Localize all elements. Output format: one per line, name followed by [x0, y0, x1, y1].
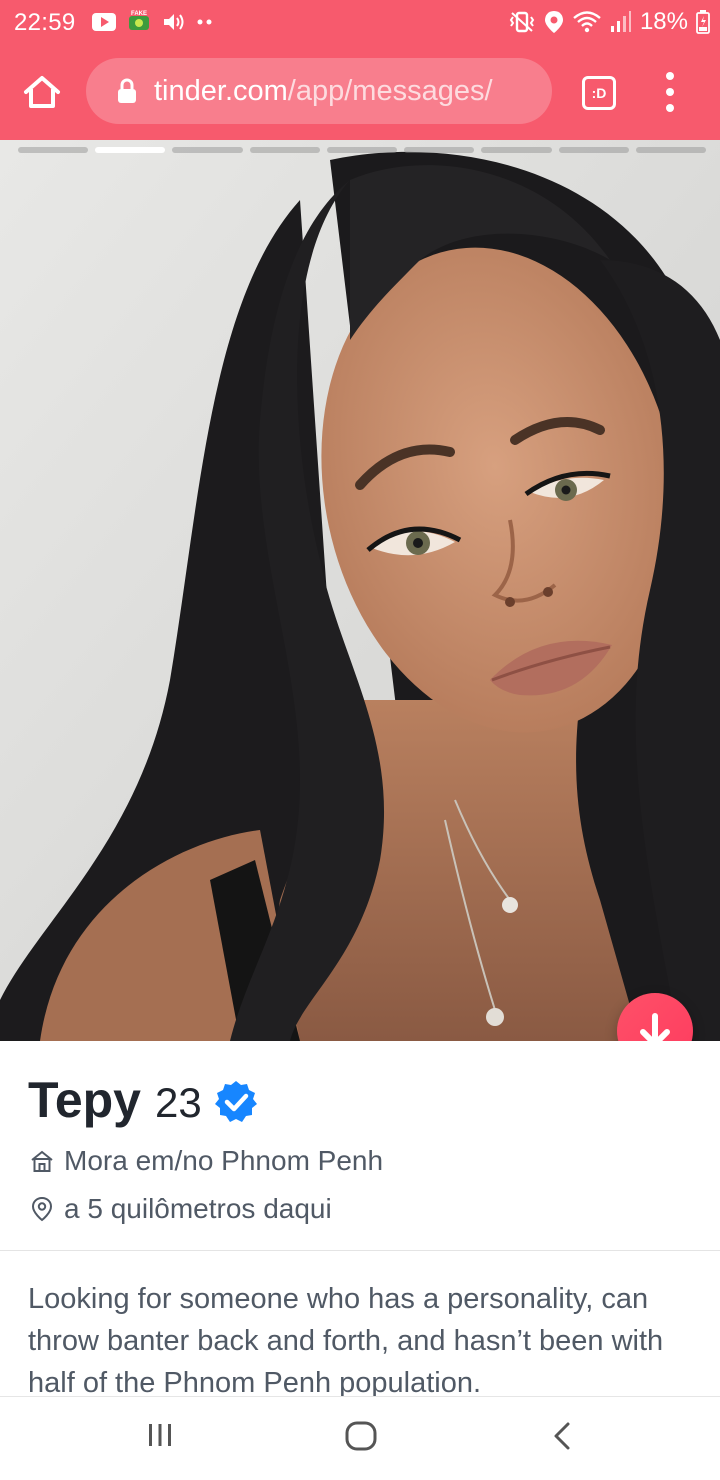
- menu-dot: [666, 72, 674, 80]
- signal-icon: [610, 11, 631, 32]
- url-path: /app/messages/: [287, 74, 493, 107]
- vibrate-icon: [509, 11, 535, 33]
- location-pin-icon: [31, 1196, 53, 1222]
- photo-progress: [18, 147, 706, 153]
- photo-progress-segment: [558, 147, 629, 153]
- recent-apps-icon: [149, 1424, 171, 1446]
- url-text: tinder.com/app/messages/: [154, 75, 493, 108]
- system-back-button[interactable]: [550, 1421, 574, 1451]
- url-host: tinder.com: [154, 74, 288, 107]
- screen: 22:59 FAKE 18% tinder.com/app/messages/ …: [0, 0, 720, 1480]
- lives-in-text: Mora em/no Phnom Penh: [64, 1145, 384, 1176]
- status-icons-left: FAKE: [92, 10, 214, 34]
- address-bar[interactable]: tinder.com/app/messages/: [86, 58, 552, 124]
- system-navbar: [0, 1396, 720, 1480]
- verified-badge-icon: [214, 1081, 257, 1122]
- youtube-icon: [92, 13, 116, 31]
- status-time: 22:59: [14, 9, 76, 36]
- home-icon: [24, 76, 60, 108]
- menu-dot: [666, 88, 674, 96]
- photo-progress-segment-active: [95, 147, 166, 153]
- status-icons-right: 18%: [508, 8, 710, 36]
- system-home-button[interactable]: [345, 1421, 377, 1451]
- lock-icon: [118, 78, 136, 103]
- profile-age: 23: [155, 1079, 202, 1126]
- back-icon: [554, 1422, 570, 1450]
- browser-toolbar: tinder.com/app/messages/ :D: [0, 56, 720, 126]
- photo-progress-segment: [326, 147, 398, 153]
- browser-home-button[interactable]: [22, 74, 62, 110]
- photo-progress-segment: [172, 147, 243, 153]
- profile-photo-image: [0, 140, 720, 1041]
- browser-chrome: 22:59 FAKE 18% tinder.com/app/messages/ …: [0, 0, 720, 140]
- distance-row: a 5 quilômetros daqui: [30, 1193, 332, 1225]
- profile-info: Tepy 23 Mora em/no Phnom Penh a 5 quilôm…: [0, 1041, 720, 1251]
- wifi-icon: [573, 11, 601, 33]
- photo-progress-segment: [18, 147, 89, 153]
- photo-progress-segment: [249, 147, 320, 153]
- distance-text: a 5 quilômetros daqui: [64, 1193, 332, 1224]
- home-circle-icon: [345, 1421, 377, 1451]
- location-icon: [544, 11, 563, 33]
- tabs-button[interactable]: :D: [582, 76, 616, 110]
- battery-percent: 18%: [639, 8, 688, 35]
- battery-icon: [696, 10, 710, 34]
- profile-photo[interactable]: [0, 140, 720, 1041]
- name-row: Tepy 23: [28, 1071, 258, 1129]
- more-dots-icon: [197, 19, 212, 25]
- svg-text:FAKE: FAKE: [131, 11, 147, 17]
- lives-in-row: Mora em/no Phnom Penh: [30, 1145, 383, 1177]
- house-icon: [31, 1150, 53, 1172]
- recent-apps-button[interactable]: [146, 1421, 174, 1449]
- photo-progress-segment: [404, 147, 475, 153]
- volume-icon: [164, 14, 184, 30]
- menu-dot: [666, 104, 674, 112]
- fake-gps-icon: FAKE: [129, 11, 149, 30]
- photo-progress-segment: [635, 147, 706, 153]
- status-bar: 22:59 FAKE 18%: [0, 0, 720, 46]
- profile-bio: Looking for someone who has a personalit…: [28, 1283, 664, 1399]
- profile-name: Tepy: [28, 1072, 141, 1128]
- browser-menu-button[interactable]: [660, 72, 680, 112]
- photo-progress-segment: [481, 147, 552, 153]
